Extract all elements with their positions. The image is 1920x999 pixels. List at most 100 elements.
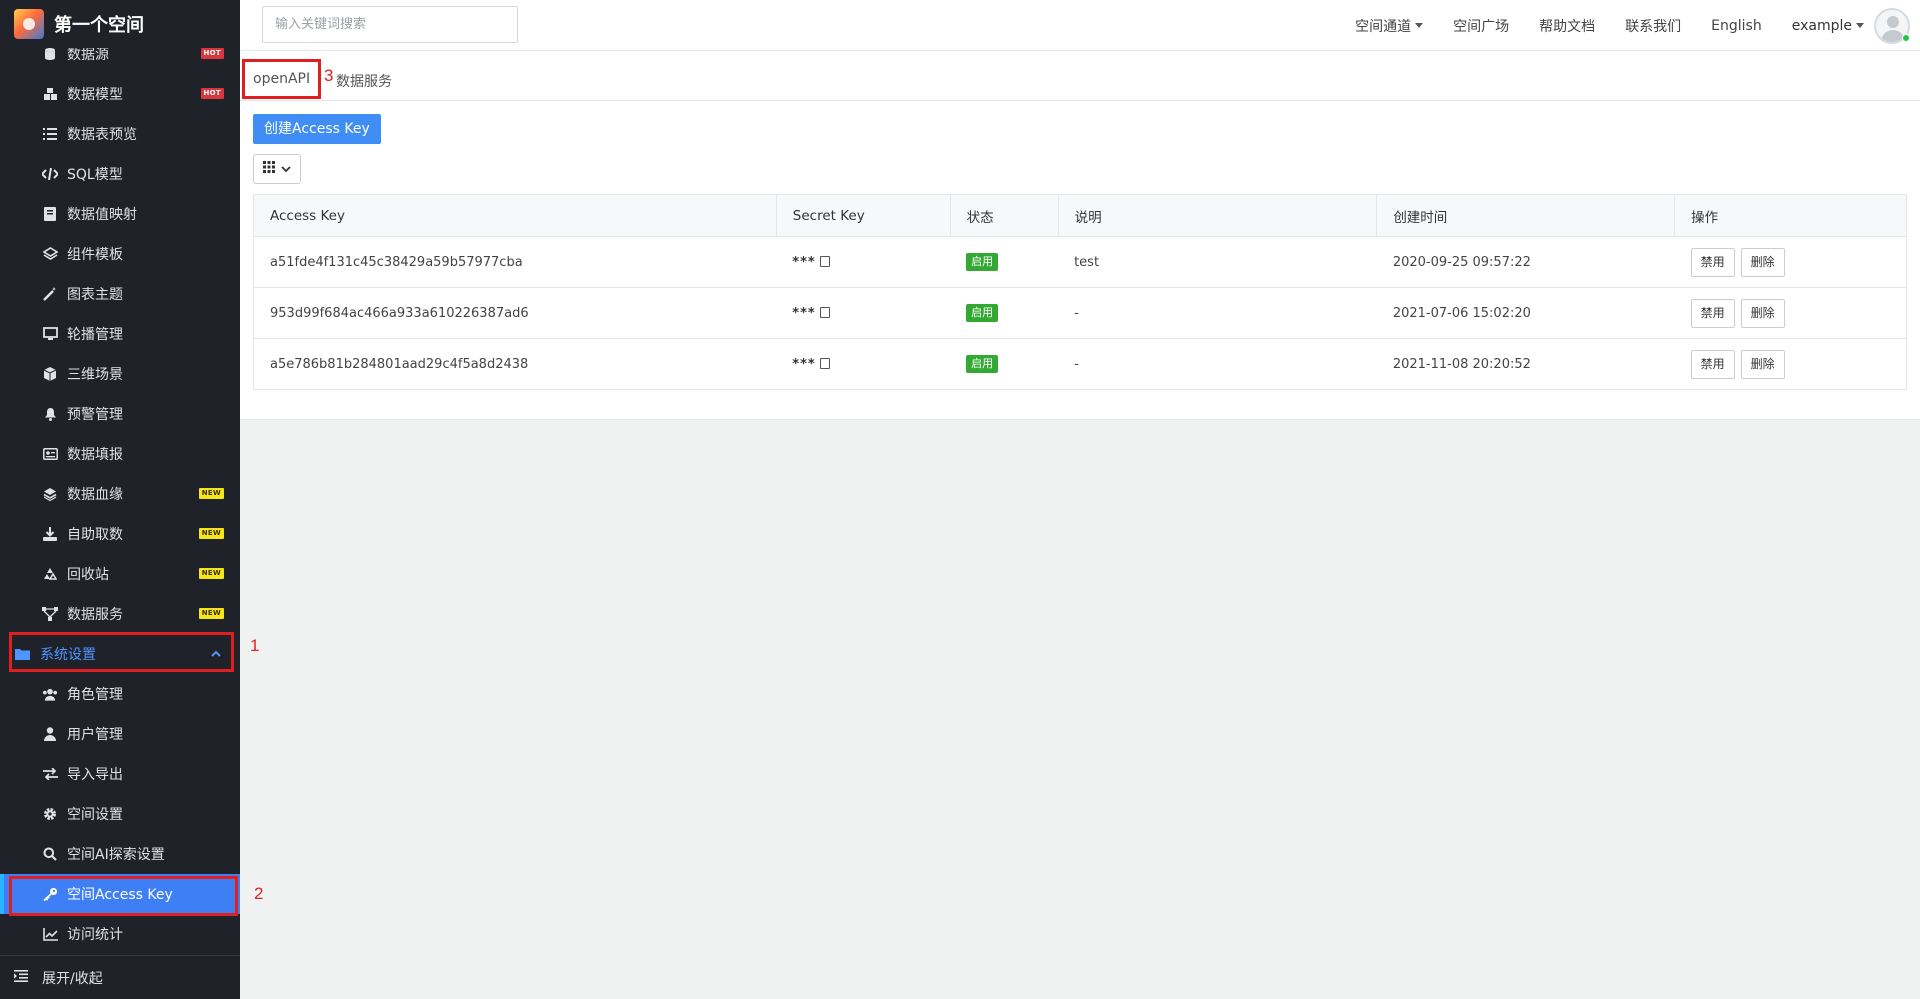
id-card-icon (42, 446, 58, 462)
sidebar-item-alert[interactable]: 预警管理 (0, 394, 240, 434)
sidebar-item-label: 数据服务 (67, 607, 123, 623)
sidebar-item-label: 三维场景 (67, 367, 123, 383)
nav-language-english[interactable]: English (1711, 18, 1762, 34)
sidebar-item-recycle-bin[interactable]: 回收站 NEW (0, 554, 240, 594)
sidebar-item-label: 组件模板 (67, 247, 123, 263)
sidebar-item-label: 空间设置 (67, 807, 123, 823)
sidebar-item-roles[interactable]: 角色管理 (0, 674, 240, 714)
nav-space-channel-label: 空间通道 (1355, 18, 1412, 35)
gear-icon (42, 806, 58, 822)
access-key-table: Access Key Secret Key 状态 说明 创建时间 操作 a51f… (253, 194, 1907, 390)
nav-space-plaza[interactable]: 空间广场 (1453, 16, 1509, 36)
sidebar-item-users[interactable]: 用户管理 (0, 714, 240, 754)
sidebar-item-data-fill[interactable]: 数据填报 (0, 434, 240, 474)
sidebar-item-access-stats[interactable]: 访问统计 (0, 914, 240, 954)
sidebar-collapse-toggle[interactable]: 展开/收起 (0, 955, 240, 999)
user-menu[interactable]: example (1792, 7, 1910, 44)
sidebar-item-access-key[interactable]: 空间Access Key (0, 874, 240, 914)
delete-button[interactable]: 删除 (1740, 247, 1785, 277)
column-header: Access Key (253, 194, 777, 237)
column-header: 操作 (1674, 194, 1907, 237)
nav-help-docs[interactable]: 帮助文档 (1539, 16, 1595, 36)
recycle-icon (42, 566, 58, 582)
secret-mask: *** (792, 356, 816, 372)
sidebar-item-data-service[interactable]: 数据服务 NEW (0, 594, 240, 634)
grid-icon (263, 161, 275, 177)
bell-icon (42, 406, 58, 422)
sidebar-item-component-template[interactable]: 组件模板 (0, 234, 240, 274)
sidebar-item-label: 图表主题 (67, 287, 123, 303)
sidebar-item-table-preview[interactable]: 数据表预览 (0, 114, 240, 154)
tab-data-service[interactable]: 数据服务 (336, 71, 392, 91)
sidebar-item-self-service[interactable]: 自助取数 NEW (0, 514, 240, 554)
status-cell: 启用 (950, 236, 1059, 288)
sidebar-item-import-export[interactable]: 导入导出 (0, 754, 240, 794)
sidebar-item-label: 导入导出 (67, 767, 123, 783)
chevron-down-icon (281, 161, 291, 177)
sidebar-item-chart-theme[interactable]: 图表主题 (0, 274, 240, 314)
disable-button[interactable]: 禁用 (1690, 247, 1735, 277)
sidebar-item-sql-model[interactable]: SQL模型 (0, 154, 240, 194)
sidebar-item-carousel[interactable]: 轮播管理 (0, 314, 240, 354)
sidebar-item-label: 用户管理 (67, 727, 123, 743)
copy-icon[interactable] (819, 357, 830, 369)
download-icon (42, 526, 58, 542)
sidebar-item-data-model[interactable]: 数据模型 HOT (0, 74, 240, 114)
note-cell: - (1058, 338, 1377, 390)
status-badge: 启用 (966, 355, 999, 373)
annotation-number-2: 2 (254, 884, 264, 903)
hot-badge: HOT (200, 88, 224, 99)
sidebar-item-3d-scene[interactable]: 三维场景 (0, 354, 240, 394)
sidebar-item-lineage[interactable]: 数据血缘 NEW (0, 474, 240, 514)
column-header: 说明 (1058, 194, 1378, 237)
search-input[interactable] (262, 6, 518, 43)
sidebar-item-ai-explore[interactable]: 空间AI探索设置 (0, 834, 240, 874)
table-row: a51fde4f131c45c38429a59b57977cba *** 启用 … (253, 236, 1907, 288)
table-row: 953d99f684ac466a933a610226387ad6 *** 启用 … (253, 287, 1907, 339)
sidebar-item-value-mapping[interactable]: 数据值映射 (0, 194, 240, 234)
create-access-key-button[interactable]: 创建Access Key (253, 114, 381, 144)
sidebar-item-label: 轮播管理 (67, 327, 123, 343)
created-time-cell: 2021-11-08 20:20:52 (1376, 338, 1675, 390)
hot-badge: HOT (200, 48, 224, 59)
disable-button[interactable]: 禁用 (1690, 298, 1735, 328)
access-key-panel: 创建Access Key Access Key Secret Key 状态 说明… (240, 101, 1920, 420)
disable-button[interactable]: 禁用 (1690, 349, 1735, 379)
tab-openapi[interactable]: openAPI (253, 71, 310, 87)
brand[interactable]: 第一个空间 (0, 0, 240, 48)
copy-icon[interactable] (819, 255, 830, 267)
secret-key-cell: *** (776, 338, 951, 390)
line-chart-icon (42, 926, 58, 942)
sidebar-item-label: 数据血缘 (67, 487, 123, 503)
cubes-icon (42, 86, 58, 102)
new-badge: NEW (198, 608, 224, 619)
folder-icon (14, 646, 30, 662)
nav-contact-us[interactable]: 联系我们 (1625, 16, 1681, 36)
sidebar-item-label: 自助取数 (67, 527, 123, 543)
annotation-number-1: 1 (250, 636, 260, 655)
tab-bar: openAPI 数据服务 (240, 51, 1920, 101)
status-badge: 启用 (966, 253, 999, 271)
annotation-number-3: 3 (324, 66, 334, 85)
nav-space-channel[interactable]: 空间通道 (1355, 16, 1424, 36)
secret-key-cell: *** (776, 236, 951, 288)
access-key-cell: a51fde4f131c45c38429a59b57977cba (253, 236, 777, 288)
sidebar-item-label: 空间AI探索设置 (67, 847, 165, 863)
cube-icon (42, 366, 58, 382)
status-badge: 启用 (966, 304, 999, 322)
sidebar-item-space-settings[interactable]: 空间设置 (0, 794, 240, 834)
users-icon (42, 686, 58, 702)
new-badge: NEW (198, 528, 224, 539)
sidebar-group-system-settings[interactable]: 系统设置 (0, 634, 240, 674)
project-diagram-icon (42, 606, 58, 622)
copy-icon[interactable] (819, 306, 830, 318)
delete-button[interactable]: 删除 (1740, 349, 1785, 379)
access-key-cell: 953d99f684ac466a933a610226387ad6 (253, 287, 777, 339)
note-cell: - (1058, 287, 1377, 339)
column-toggle-button[interactable] (253, 154, 301, 184)
sidebar-item-label: 预警管理 (67, 407, 123, 423)
actions-cell: 禁用 删除 (1674, 236, 1907, 288)
layers-icon (42, 486, 58, 502)
collapse-label: 展开/收起 (42, 970, 103, 987)
delete-button[interactable]: 删除 (1740, 298, 1785, 328)
